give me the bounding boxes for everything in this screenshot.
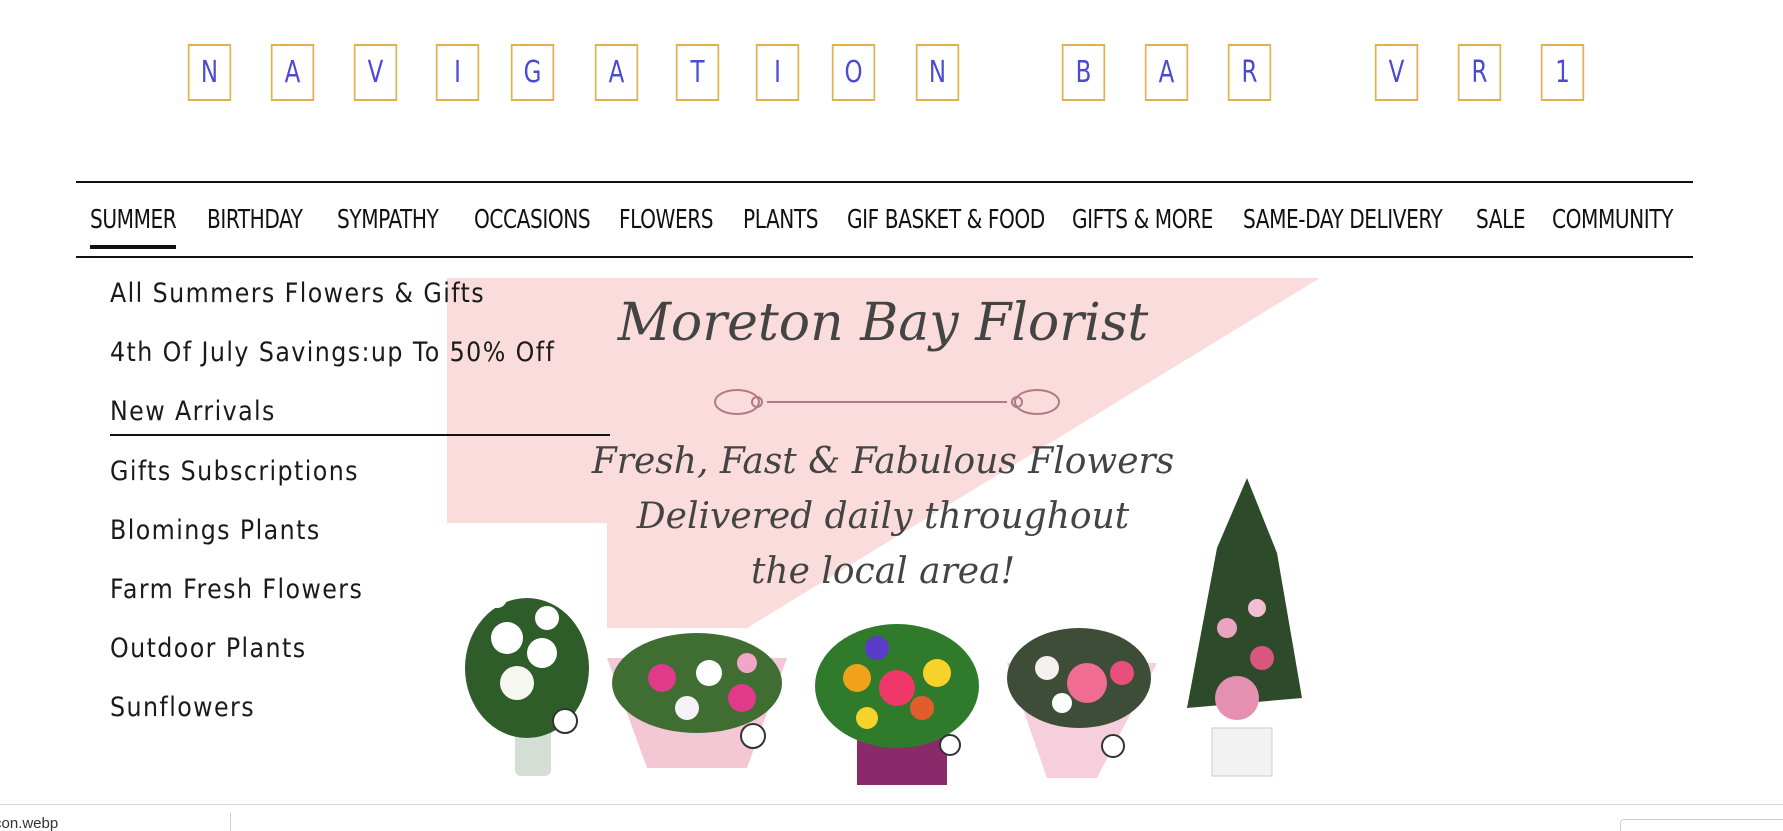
nav-item-plants[interactable]: PLANTS [743,205,819,239]
bouquet-lilies-image [465,588,589,776]
title-letter: 1 [1540,44,1585,101]
banner-brand: Moreton Bay Florist [617,293,1149,353]
title-letter: R [1227,44,1272,101]
title-letter: I [435,44,480,101]
submenu-item-farm-fresh-flowers[interactable]: Farm Fresh Flowers [110,574,363,610]
nav-item-occasions[interactable]: OCCASIONS [474,205,591,239]
bouquet-tall-arrangement-image [1187,478,1302,777]
page-heading: N A V I G A T I O N B A R V R 1 [0,44,1783,102]
nav-item-gift-basket-food[interactable]: GIF BASKET & FOOD [847,205,1045,239]
nav-item-summer[interactable]: SUMMER [90,205,177,249]
title-letter: N [915,44,960,101]
title-letter: G [510,44,555,101]
title-letter: V [353,44,398,101]
status-divider [230,813,231,831]
banner-tagline-3: the local area! [751,551,1015,592]
nav-item-flowers[interactable]: FLOWERS [619,205,714,239]
banner-tagline-2: Delivered daily throughout [636,496,1130,537]
submenu-item-new-arrivals[interactable]: New Arrivals [110,396,276,432]
title-letter: A [1144,44,1189,101]
bouquet-pink-wrap-image [607,633,787,768]
florist-banner-image: Moreton Bay Florist Fresh, Fast & Fabulo… [447,278,1320,788]
title-letter: I [755,44,800,101]
nav-item-gifts-more[interactable]: GIFTS & MORE [1072,205,1213,239]
main-navigation-bar: SUMMER BIRTHDAY SYMPATHY OCCASIONS FLOWE… [76,181,1693,258]
title-letter: R [1457,44,1502,101]
status-chip[interactable] [1620,819,1783,831]
submenu-item-gifts-subscriptions[interactable]: Gifts Subscriptions [110,456,359,492]
nav-item-sale[interactable]: SALE [1476,205,1526,239]
download-filename[interactable]: con.webp [0,815,58,831]
title-letter: A [594,44,639,101]
title-letter: T [675,44,720,101]
title-letter: N [187,44,232,101]
nav-item-community[interactable]: COMMUNITY [1552,205,1673,239]
submenu-item-outdoor-plants[interactable]: Outdoor Plants [110,633,307,669]
nav-item-sympathy[interactable]: SYMPATHY [337,205,439,239]
banner-tagline-1: Fresh, Fast & Fabulous Flowers [591,441,1174,482]
bouquet-gerbera-image [1007,628,1157,778]
nav-item-same-day-delivery[interactable]: SAME-DAY DELIVERY [1243,205,1443,239]
submenu-hover-underline [110,434,610,436]
submenu-item-all-summers[interactable]: All Summers Flowers & Gifts [110,278,485,314]
submenu-item-4th-july-savings[interactable]: 4th Of July Savings:up To 50% Off [110,337,555,373]
title-letter: B [1061,44,1106,101]
nav-item-birthday[interactable]: BIRTHDAY [207,205,303,239]
title-letter: A [270,44,315,101]
browser-status-bar: con.webp [0,804,1783,831]
bouquet-colourful-box-image [815,624,979,785]
title-letter: O [831,44,876,101]
submenu-item-sunflowers[interactable]: Sunflowers [110,692,255,728]
title-letter: V [1374,44,1419,101]
submenu-item-blomings-plants[interactable]: Blomings Plants [110,515,321,551]
